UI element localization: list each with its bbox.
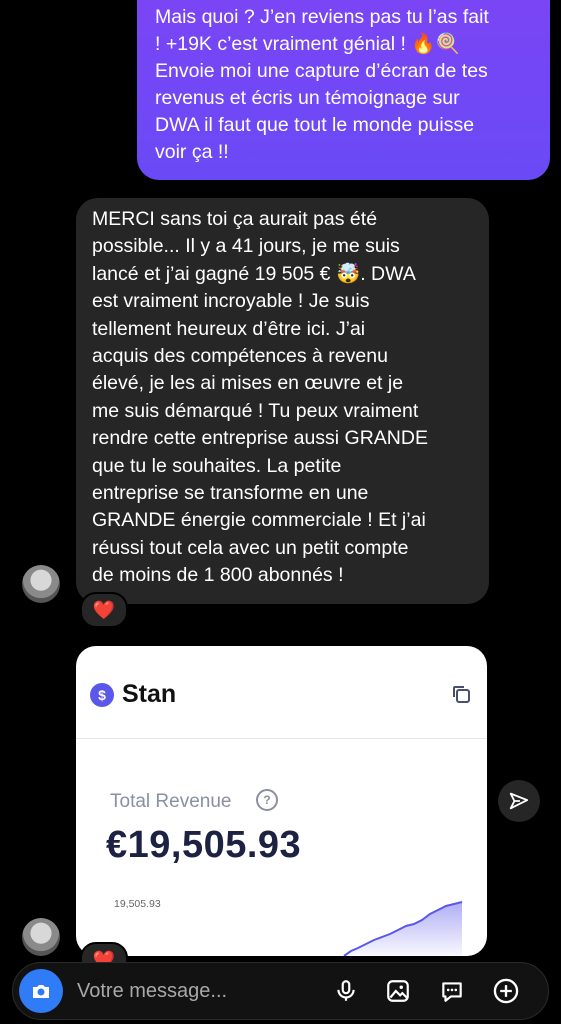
heart-reaction[interactable]: ❤️	[80, 592, 128, 628]
message-composer: Votre message...	[12, 962, 549, 1020]
mic-icon	[337, 980, 355, 1001]
mic-button[interactable]	[331, 976, 361, 1006]
chart-area	[344, 902, 462, 956]
sticker-icon	[442, 982, 462, 1002]
share-button[interactable]	[498, 780, 540, 822]
reaction-emoji: ❤️	[92, 599, 116, 620]
total-revenue-label: Total Revenue	[110, 791, 232, 812]
sticker-button[interactable]	[437, 976, 467, 1006]
outgoing-message[interactable]: Mais quoi ? J’en reviens pas tu l’as fai…	[137, 0, 550, 180]
incoming-message-text: MERCI sans toi ça aurait pas été possibl…	[92, 208, 428, 587]
stan-logo-icon: $	[90, 682, 114, 707]
avatar[interactable]	[22, 565, 60, 603]
send-icon	[509, 792, 529, 810]
camera-button[interactable]	[19, 969, 63, 1013]
help-icon: ?	[256, 789, 278, 811]
stan-brand-name: Stan	[122, 680, 177, 708]
avatar[interactable]	[22, 918, 60, 956]
copy-icon	[453, 686, 470, 703]
total-revenue-amount: €19,505.93	[106, 824, 302, 866]
revenue-chart	[343, 901, 463, 956]
outgoing-message-text: Mais quoi ? J’en reviens pas tu l’as fai…	[155, 6, 489, 163]
image-icon	[387, 980, 409, 1002]
add-button[interactable]	[491, 976, 521, 1006]
revenue-screenshot-card[interactable]: $ Stan Total Revenue ? €19,505.93 19,505…	[76, 646, 487, 956]
incoming-message[interactable]: MERCI sans toi ça aurait pas été possibl…	[76, 198, 489, 604]
gallery-button[interactable]	[383, 976, 413, 1006]
message-input[interactable]: Votre message...	[77, 980, 227, 1003]
plus-icon	[493, 978, 519, 1004]
stan-brand: $ Stan	[90, 680, 176, 709]
camera-icon	[33, 985, 49, 998]
card-divider	[76, 738, 487, 739]
